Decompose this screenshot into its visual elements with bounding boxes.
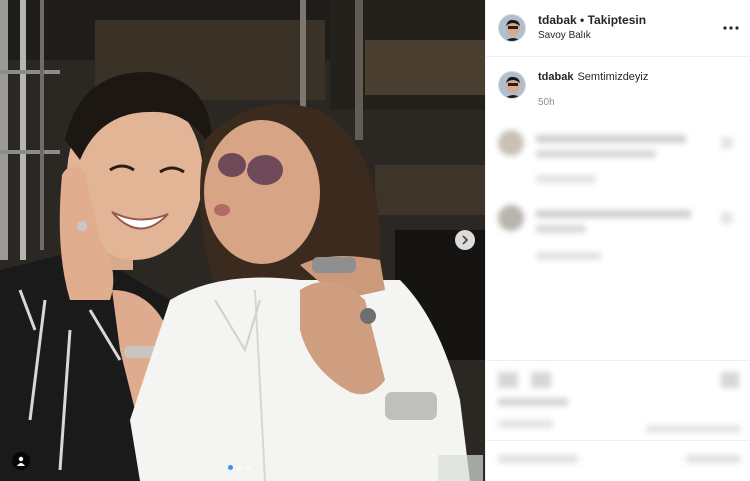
blurred-like-icon bbox=[721, 137, 733, 149]
carousel-next-button[interactable] bbox=[455, 230, 475, 250]
caption-body: tdabak Semtimizdeyiz 50h bbox=[538, 71, 648, 108]
carousel-dot bbox=[228, 465, 233, 470]
avatar-image bbox=[499, 15, 525, 41]
caption-avatar[interactable] bbox=[498, 71, 526, 99]
blurred-comment-text bbox=[536, 135, 686, 143]
blurred-post-button bbox=[686, 455, 741, 463]
carousel-indicator bbox=[228, 465, 251, 470]
header-separator: • bbox=[580, 13, 585, 28]
photo-illustration bbox=[0, 0, 485, 481]
avatar-image bbox=[499, 72, 525, 98]
blurred-post-date bbox=[498, 420, 553, 428]
post-photo[interactable] bbox=[0, 0, 485, 481]
caption-timestamp: 50h bbox=[538, 97, 555, 108]
blurred-comment-avatar bbox=[498, 130, 524, 156]
avatar[interactable] bbox=[498, 14, 526, 42]
blurred-comment-input bbox=[498, 455, 578, 463]
blurred-comment-meta bbox=[536, 252, 601, 260]
header-text: tdabak • Takiptesin Savoy Balık bbox=[538, 13, 646, 43]
blurred-likes-count bbox=[498, 398, 568, 406]
carousel-dot bbox=[237, 465, 242, 470]
header-username-link[interactable]: tdabak bbox=[538, 13, 577, 27]
blurred-like-icon bbox=[721, 212, 733, 224]
post-caption: tdabak Semtimizdeyiz 50h bbox=[486, 57, 750, 108]
blurred-comment-meta bbox=[536, 175, 596, 183]
blurred-action-icon bbox=[721, 372, 739, 388]
divider bbox=[486, 360, 750, 361]
post-side-panel: tdabak • Takiptesin Savoy Balık tdabak S… bbox=[485, 0, 750, 481]
carousel-dot bbox=[246, 465, 251, 470]
caption-line: tdabak Semtimizdeyiz bbox=[538, 71, 648, 83]
location-link[interactable]: Savoy Balık bbox=[538, 30, 646, 43]
blurred-comment-avatar bbox=[498, 205, 524, 231]
blurred-comment-text bbox=[536, 150, 656, 158]
chevron-right-icon bbox=[462, 235, 469, 245]
divider bbox=[486, 440, 750, 441]
caption-text: Semtimizdeyiz bbox=[577, 71, 649, 83]
user-tag-icon bbox=[17, 456, 25, 466]
more-options-icon bbox=[723, 26, 739, 30]
blurred-action-icon bbox=[531, 372, 551, 388]
header-line: tdabak • Takiptesin bbox=[538, 13, 646, 28]
blurred-action-icon bbox=[498, 372, 518, 388]
follow-status-button[interactable]: Takiptesin bbox=[588, 13, 646, 27]
blurred-comment-text bbox=[536, 225, 586, 233]
more-options-button[interactable] bbox=[722, 19, 740, 37]
post-header: tdabak • Takiptesin Savoy Balık bbox=[486, 0, 750, 57]
blurred-comment-text bbox=[536, 210, 691, 218]
caption-username-link[interactable]: tdabak bbox=[538, 71, 573, 83]
blurred-watermark bbox=[646, 425, 741, 433]
user-tag-button[interactable] bbox=[12, 452, 30, 470]
